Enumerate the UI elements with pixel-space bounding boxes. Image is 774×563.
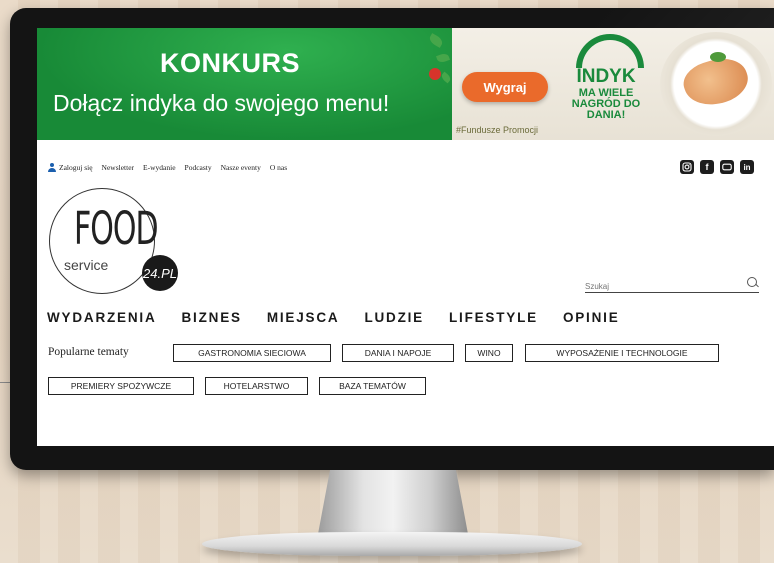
- ad-win-button[interactable]: Wygraj: [462, 72, 548, 102]
- food-plate-image: [660, 32, 772, 136]
- ad-subtitle: Dołącz indyka do swojego menu!: [53, 90, 390, 116]
- topic-chip-gastronomia[interactable]: GASTRONOMIA SIECIOWA: [173, 344, 331, 362]
- top-navigation: Zaloguj się Newsletter E-wydanie Podcast…: [48, 160, 287, 174]
- search-icon[interactable]: [747, 277, 757, 287]
- nav-opinie[interactable]: OPINIE: [563, 310, 620, 325]
- topic-chip-baza-tematow[interactable]: BAZA TEMATÓW: [319, 377, 426, 395]
- search-box: [585, 276, 759, 293]
- topic-chip-wino[interactable]: WINO: [465, 344, 513, 362]
- nav-lifestyle[interactable]: LIFESTYLE: [449, 310, 538, 325]
- facebook-icon[interactable]: f: [700, 160, 714, 174]
- topnav-newsletter[interactable]: Newsletter: [102, 163, 135, 172]
- topic-chip-wyposazenie[interactable]: WYPOSAŻENIE I TECHNOLOGIE: [525, 344, 719, 362]
- nav-biznes[interactable]: BIZNES: [182, 310, 242, 325]
- ad-banner[interactable]: KONKURS Dołącz indyka do swojego menu! W…: [37, 28, 774, 140]
- instagram-icon[interactable]: [680, 160, 694, 174]
- tomato-decoration: [429, 68, 441, 80]
- turkey-arch-icon: [576, 34, 644, 68]
- nav-wydarzenia[interactable]: WYDARZENIA: [47, 310, 157, 325]
- nav-miejsca[interactable]: MIEJSCA: [267, 310, 340, 325]
- login-link[interactable]: Zaloguj się: [48, 162, 93, 172]
- monitor-stand-neck: [318, 470, 468, 534]
- ad-hashtag: #Fundusze Promocji: [456, 125, 539, 135]
- foodservice-logo[interactable]: FOOD service 24.PL: [49, 188, 178, 294]
- topic-chip-dania-i-napoje[interactable]: DANIA I NAPOJE: [342, 344, 454, 362]
- indyk-logo: INDYK MA WIELE NAGRÓD DO DANIA!: [560, 34, 652, 134]
- ad-title: KONKURS: [160, 48, 301, 78]
- ad-brand-small: MA WIELE NAGRÓD DO DANIA!: [571, 87, 641, 121]
- herb-garnish: [710, 52, 726, 62]
- user-icon: [48, 162, 56, 172]
- linkedin-icon[interactable]: in: [740, 160, 754, 174]
- topic-chip-hotelarstwo[interactable]: HOTELARSTWO: [205, 377, 308, 395]
- ad-green-panel: [37, 28, 452, 140]
- topnav-podcasty[interactable]: Podcasty: [185, 163, 212, 172]
- popular-topics-label: Popularne tematy: [48, 346, 129, 358]
- youtube-icon[interactable]: [720, 160, 734, 174]
- logo-24pl-badge: 24.PL: [142, 255, 178, 291]
- logo-food-text: FOOD: [74, 203, 159, 256]
- monitor-stand-base: [202, 532, 582, 556]
- social-links: f in: [680, 160, 754, 174]
- nav-ludzie[interactable]: LUDZIE: [364, 310, 424, 325]
- topnav-e-wydanie[interactable]: E-wydanie: [143, 163, 176, 172]
- ad-right-panel: Wygraj #Fundusze Promocji INDYK MA WIELE…: [452, 28, 774, 140]
- monitor-bezel: KONKURS Dołącz indyka do swojego menu! W…: [10, 8, 774, 470]
- logo-service-text: service: [64, 257, 109, 273]
- login-label: Zaloguj się: [59, 162, 93, 172]
- topic-chip-premiery[interactable]: PREMIERY SPOŻYWCZE: [48, 377, 194, 395]
- ad-brand-big: INDYK: [576, 66, 636, 87]
- topnav-nasze-eventy[interactable]: Nasze eventy: [221, 163, 261, 172]
- main-navigation: WYDARZENIA BIZNES MIEJSCA LUDZIE LIFESTY…: [47, 310, 620, 325]
- search-input[interactable]: [585, 280, 725, 293]
- topnav-o-nas[interactable]: O nas: [270, 163, 287, 172]
- browser-screen: KONKURS Dołącz indyka do swojego menu! W…: [37, 28, 774, 446]
